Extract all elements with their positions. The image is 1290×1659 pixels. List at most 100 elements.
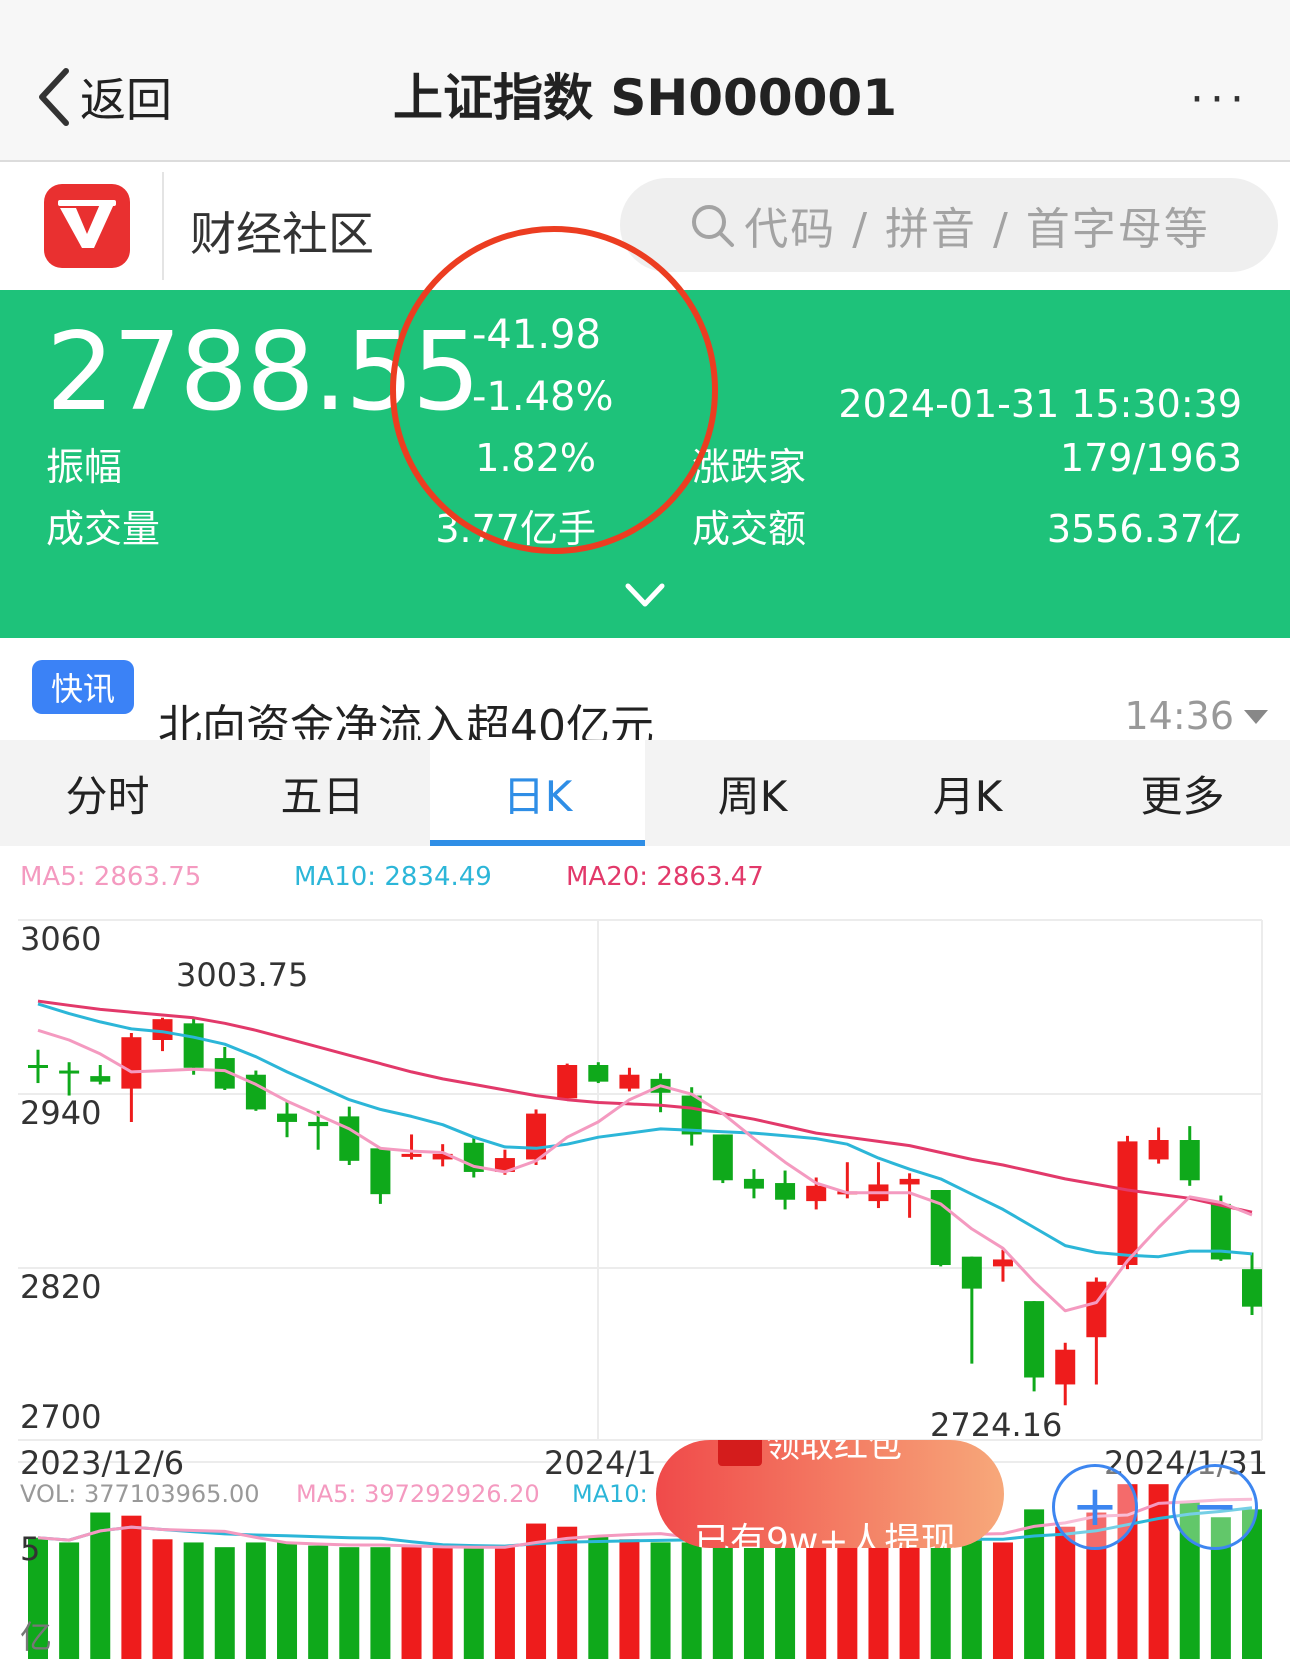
- candle-body: [743, 1178, 764, 1189]
- candle-body: [183, 1023, 204, 1068]
- news-time: 14:36: [1124, 694, 1234, 738]
- volume-bar: [775, 1545, 796, 1659]
- search-placeholder: 代码 / 拼音 / 首字母等: [744, 204, 1210, 255]
- volume-ma5-legend: MA5: 397292926.20: [296, 1480, 540, 1508]
- candle-body: [1179, 1140, 1200, 1181]
- red-envelope-icon: [718, 1440, 762, 1466]
- volume-bar: [432, 1547, 453, 1659]
- low-price-label: 2724.16: [930, 1406, 1063, 1444]
- x-tick-label: 2023/12/6: [20, 1444, 185, 1482]
- search-icon: [692, 205, 735, 247]
- candle-body: [1024, 1301, 1045, 1378]
- candle-body: [277, 1113, 298, 1122]
- candle-body: [1086, 1281, 1107, 1338]
- tab-five-day[interactable]: 五日: [215, 740, 430, 846]
- y-tick-label: 2940: [20, 1094, 102, 1132]
- zoom-in-button[interactable]: +: [1052, 1464, 1138, 1550]
- volume-bar: [806, 1545, 827, 1659]
- volume-bar: [992, 1542, 1013, 1659]
- check-mark-icon: [58, 200, 116, 248]
- volume-bar: [837, 1545, 858, 1659]
- divider: [162, 172, 164, 280]
- news-badge: 快讯: [32, 660, 134, 714]
- candle-body: [59, 1070, 80, 1074]
- volume-bar: [494, 1547, 515, 1659]
- search-input[interactable]: 代码 / 拼音 / 首字母等: [620, 178, 1278, 272]
- y-tick-label: 3060: [20, 920, 102, 958]
- ma5-legend: MA5: 2863.75: [20, 862, 202, 892]
- candle-body: [526, 1113, 547, 1160]
- candle-body: [121, 1037, 142, 1089]
- volume-bar: [370, 1547, 391, 1659]
- tab-more[interactable]: 更多: [1075, 740, 1290, 846]
- promo-subtitle: 已有9w+人提现: [694, 1521, 957, 1548]
- tab-intraday[interactable]: 分时: [0, 740, 215, 846]
- volume-bar: [308, 1545, 329, 1659]
- caret-down-icon[interactable]: [1244, 710, 1268, 724]
- volume-label: 成交量: [46, 507, 161, 551]
- volume-bar: [743, 1545, 764, 1659]
- amplitude-label: 振幅: [46, 445, 123, 489]
- candle-body: [1055, 1349, 1076, 1385]
- volume-legend: VOL: 377103965.00: [20, 1480, 260, 1508]
- app-logo-icon[interactable]: [44, 184, 130, 268]
- candle-body: [1242, 1269, 1262, 1307]
- red-packet-promo-button[interactable]: 领取红包 已有9w+人提现: [656, 1440, 1004, 1548]
- ma20-line: [37, 999, 1253, 1214]
- candle-body: [992, 1259, 1013, 1267]
- chevron-down-icon[interactable]: [624, 580, 666, 610]
- tab-monthly-k[interactable]: 月K: [860, 740, 1075, 846]
- candle-body: [712, 1134, 733, 1181]
- volume-bar: [1148, 1484, 1169, 1659]
- volume-bar: [588, 1536, 609, 1659]
- volume-bar: [619, 1539, 640, 1659]
- more-menu-icon[interactable]: ···: [1190, 74, 1250, 125]
- volume-bar: [1024, 1509, 1045, 1659]
- volume-ma10-legend: MA10:: [572, 1480, 648, 1508]
- volume-bar: [650, 1542, 671, 1659]
- candle-body: [370, 1148, 391, 1195]
- tab-weekly-k[interactable]: 周K: [645, 740, 860, 846]
- candle-body: [775, 1183, 796, 1200]
- page-title: 上证指数 SH000001: [392, 69, 897, 127]
- volume-bar: [557, 1526, 578, 1659]
- volume-bar: [401, 1547, 422, 1659]
- updown-label: 涨跌家: [692, 445, 807, 489]
- zoom-out-button[interactable]: −: [1172, 1464, 1258, 1550]
- volume-bar: [152, 1539, 173, 1659]
- updown-value: 179/1963: [1059, 436, 1242, 480]
- volume-bar: [214, 1547, 235, 1659]
- volume-bar: [930, 1545, 951, 1659]
- x-tick-label: 2024/1: [544, 1444, 657, 1482]
- volume-bar: [59, 1542, 80, 1659]
- candle-body: [1148, 1140, 1169, 1160]
- quote-datetime: 2024-01-31 15:30:39: [838, 382, 1242, 426]
- turnover-label: 成交额: [692, 507, 807, 551]
- volume-bar: [183, 1542, 204, 1659]
- moving-averages: [37, 999, 1253, 1313]
- y-tick-label: 2700: [20, 1398, 102, 1436]
- candle-body: [28, 1065, 48, 1068]
- tab-daily-k[interactable]: 日K: [430, 740, 645, 846]
- candle-body: [1117, 1141, 1138, 1265]
- volume-bar: [1055, 1526, 1076, 1659]
- volume-unit-label: 亿: [20, 1618, 53, 1656]
- candle-body: [308, 1121, 329, 1127]
- chart-vertical-grid: [18, 920, 1263, 1463]
- news-flash[interactable]: 快讯 北向资金净流入超40亿元 14:36: [0, 638, 1290, 752]
- candle-body: [339, 1116, 360, 1161]
- candle-body: [899, 1178, 920, 1185]
- volume-bar: [121, 1515, 142, 1659]
- candle-body: [588, 1065, 609, 1082]
- high-price-label: 3003.75: [176, 956, 309, 994]
- candles: [28, 1017, 1262, 1406]
- turnover-value: 3556.37亿: [1046, 507, 1242, 551]
- plus-icon: +: [1071, 1474, 1119, 1539]
- volume-bar: [277, 1542, 298, 1659]
- volume-y-label: 5: [20, 1530, 41, 1568]
- ma20-legend: MA20: 2863.47: [566, 862, 764, 892]
- highlight-circle: [390, 226, 718, 554]
- candle-body: [806, 1185, 827, 1202]
- volume-bar: [463, 1547, 484, 1659]
- volume-bar: [899, 1544, 920, 1659]
